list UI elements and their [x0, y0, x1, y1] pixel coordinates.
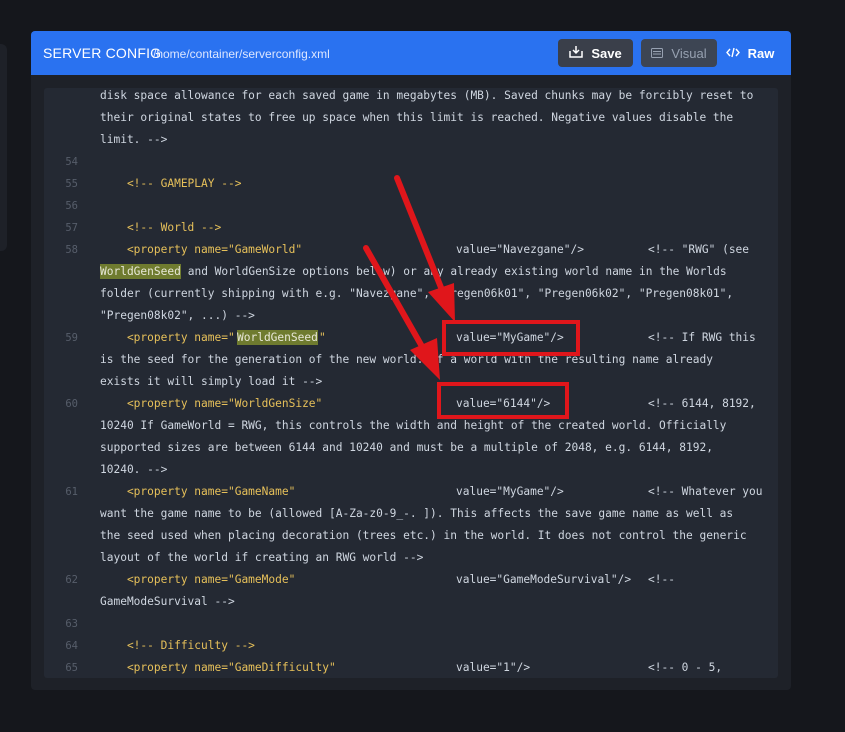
arrow-to-size — [363, 245, 440, 380]
arrow-to-seed — [394, 175, 455, 322]
annotation-arrows — [363, 175, 455, 380]
